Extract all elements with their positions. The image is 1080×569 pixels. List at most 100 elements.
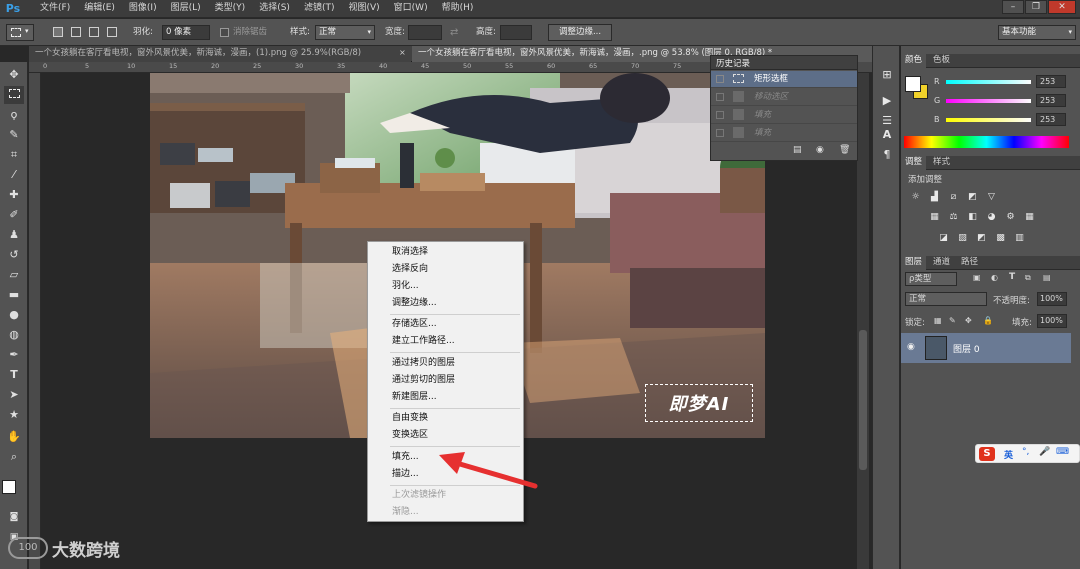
- fill-input[interactable]: 100%: [1037, 314, 1067, 328]
- minimize-button[interactable]: –: [1002, 0, 1024, 14]
- style-select[interactable]: 正常 ▾: [315, 25, 375, 40]
- feather-input[interactable]: 0 像素: [162, 25, 210, 40]
- blue-value-input[interactable]: 253: [1036, 113, 1066, 126]
- filter-pixel-icon[interactable]: ▣: [973, 273, 981, 282]
- shape-tool-icon[interactable]: ★: [4, 406, 24, 424]
- actions-panel-icon[interactable]: ▶: [877, 92, 897, 110]
- photo-filter-icon[interactable]: ◕: [985, 212, 998, 223]
- gradient-tool-icon[interactable]: ▬: [4, 286, 24, 304]
- history-panel-icon[interactable]: ⊞: [877, 66, 897, 84]
- visibility-eye-icon[interactable]: ◉: [907, 342, 915, 352]
- menu-item-deselect[interactable]: 取消选择: [392, 246, 428, 258]
- menu-view[interactable]: 视图(V): [341, 0, 386, 18]
- selective-color-icon[interactable]: ▩: [994, 233, 1007, 244]
- filter-adjustment-icon[interactable]: ◐: [991, 273, 998, 282]
- lock-position-icon[interactable]: ✥: [965, 316, 972, 325]
- paragraph-panel-icon[interactable]: ¶: [877, 146, 897, 164]
- crop-tool-icon[interactable]: ⌗: [4, 146, 24, 164]
- menu-item-transform-selection[interactable]: 变换选区: [392, 429, 428, 441]
- new-selection-icon[interactable]: [53, 27, 63, 37]
- tab-channels[interactable]: 通道: [929, 256, 954, 270]
- history-item[interactable]: 矩形选框: [711, 71, 857, 88]
- eraser-tool-icon[interactable]: ▱: [4, 266, 24, 284]
- black-white-icon[interactable]: ◧: [966, 212, 979, 223]
- type-tool-icon[interactable]: T: [4, 366, 24, 384]
- healing-brush-tool-icon[interactable]: ✚: [4, 186, 24, 204]
- intersect-selection-icon[interactable]: [107, 27, 117, 37]
- tool-preset-picker[interactable]: ▾: [6, 24, 34, 41]
- history-item[interactable]: 填充: [711, 125, 857, 142]
- filter-smart-object-icon[interactable]: ▤: [1043, 273, 1051, 282]
- layer-row[interactable]: ◉ 图层 0: [901, 333, 1071, 363]
- foreground-color-swatch[interactable]: [2, 480, 16, 494]
- antialias-checkbox[interactable]: [220, 28, 229, 37]
- menu-item-free-transform[interactable]: 自由变换: [392, 412, 428, 424]
- height-input[interactable]: [500, 25, 532, 40]
- menu-item-fill[interactable]: 填充...: [392, 451, 419, 463]
- tab-paths[interactable]: 路径: [957, 256, 982, 270]
- history-item[interactable]: 移动选区: [711, 89, 857, 106]
- threshold-icon[interactable]: ◩: [975, 233, 988, 244]
- color-spectrum-bar[interactable]: [904, 136, 1069, 148]
- posterize-icon[interactable]: ▨: [956, 233, 969, 244]
- blur-tool-icon[interactable]: ●: [4, 306, 24, 324]
- menu-window[interactable]: 窗口(W): [387, 0, 435, 18]
- selection-marquee[interactable]: 即梦AI: [645, 384, 753, 422]
- red-value-input[interactable]: 253: [1036, 75, 1066, 88]
- gradient-map-icon[interactable]: ▥: [1013, 233, 1026, 244]
- microphone-icon[interactable]: 🎤: [1039, 447, 1050, 457]
- history-item[interactable]: 填充: [711, 107, 857, 124]
- lock-pixels-icon[interactable]: ✎: [949, 316, 956, 325]
- color-balance-icon[interactable]: ⚖: [947, 212, 960, 223]
- menu-item-stroke[interactable]: 描边...: [392, 468, 419, 480]
- width-input[interactable]: [408, 25, 442, 40]
- menu-item-save-selection[interactable]: 存储选区...: [392, 318, 437, 330]
- menu-item-select-inverse[interactable]: 选择反向: [392, 263, 428, 275]
- quick-select-tool-icon[interactable]: ✎: [4, 126, 24, 144]
- menu-help[interactable]: 帮助(H): [435, 0, 481, 18]
- color-lookup-icon[interactable]: ▦: [1023, 212, 1036, 223]
- ime-punct-toggle[interactable]: °,: [1022, 447, 1029, 457]
- subtract-selection-icon[interactable]: [89, 27, 99, 37]
- tab-swatches[interactable]: 色板: [929, 54, 954, 68]
- menu-item-refine-edge[interactable]: 调整边缘...: [392, 297, 437, 309]
- zoom-tool-icon[interactable]: ⌕: [4, 448, 24, 466]
- path-select-tool-icon[interactable]: ➤: [4, 386, 24, 404]
- lock-transparent-icon[interactable]: ▦: [934, 316, 942, 325]
- blue-slider[interactable]: [946, 118, 1031, 122]
- vertical-scrollbar-thumb[interactable]: [859, 330, 867, 470]
- close-tab-icon[interactable]: ×: [399, 48, 406, 57]
- menu-filter[interactable]: 滤镜(T): [297, 0, 342, 18]
- rect-marquee-tool-icon[interactable]: [4, 86, 24, 104]
- channel-mixer-icon[interactable]: ⚙: [1004, 212, 1017, 223]
- menu-item-new-layer[interactable]: 新建图层...: [392, 391, 437, 403]
- trash-icon[interactable]: 🗑: [839, 145, 850, 155]
- history-panel-title[interactable]: 历史记录: [716, 57, 750, 69]
- opacity-input[interactable]: 100%: [1037, 292, 1067, 306]
- green-slider[interactable]: [946, 99, 1031, 103]
- history-source-checkbox[interactable]: [716, 75, 724, 83]
- character-panel-icon[interactable]: A: [877, 126, 897, 144]
- brightness-icon[interactable]: ☼: [909, 192, 922, 203]
- lasso-tool-icon[interactable]: ϙ: [4, 106, 24, 124]
- ime-lang-toggle[interactable]: 英: [1004, 448, 1013, 461]
- exposure-icon[interactable]: ◩: [966, 192, 979, 203]
- levels-icon[interactable]: ▟: [928, 192, 941, 203]
- hand-tool-icon[interactable]: ✋: [4, 428, 24, 446]
- history-source-checkbox[interactable]: [716, 129, 724, 137]
- filter-type-icon[interactable]: T: [1009, 272, 1015, 282]
- menu-layer[interactable]: 图层(L): [164, 0, 208, 18]
- history-source-checkbox[interactable]: [716, 93, 724, 101]
- foreground-swatch[interactable]: [905, 76, 921, 92]
- tab-adjustments[interactable]: 调整: [901, 156, 927, 170]
- new-document-from-state-icon[interactable]: ▤: [793, 145, 802, 155]
- clone-stamp-tool-icon[interactable]: ♟: [4, 226, 24, 244]
- tab-color[interactable]: 颜色: [901, 54, 927, 68]
- brush-tool-icon[interactable]: ✐: [4, 206, 24, 224]
- swap-dimensions-icon[interactable]: ⇄: [450, 26, 458, 39]
- restore-button[interactable]: ❐: [1025, 0, 1047, 14]
- hue-saturation-icon[interactable]: ▦: [928, 212, 941, 223]
- refine-edge-button[interactable]: 调整边缘...: [548, 24, 612, 41]
- green-value-input[interactable]: 253: [1036, 94, 1066, 107]
- curves-icon[interactable]: ⧄: [947, 192, 960, 203]
